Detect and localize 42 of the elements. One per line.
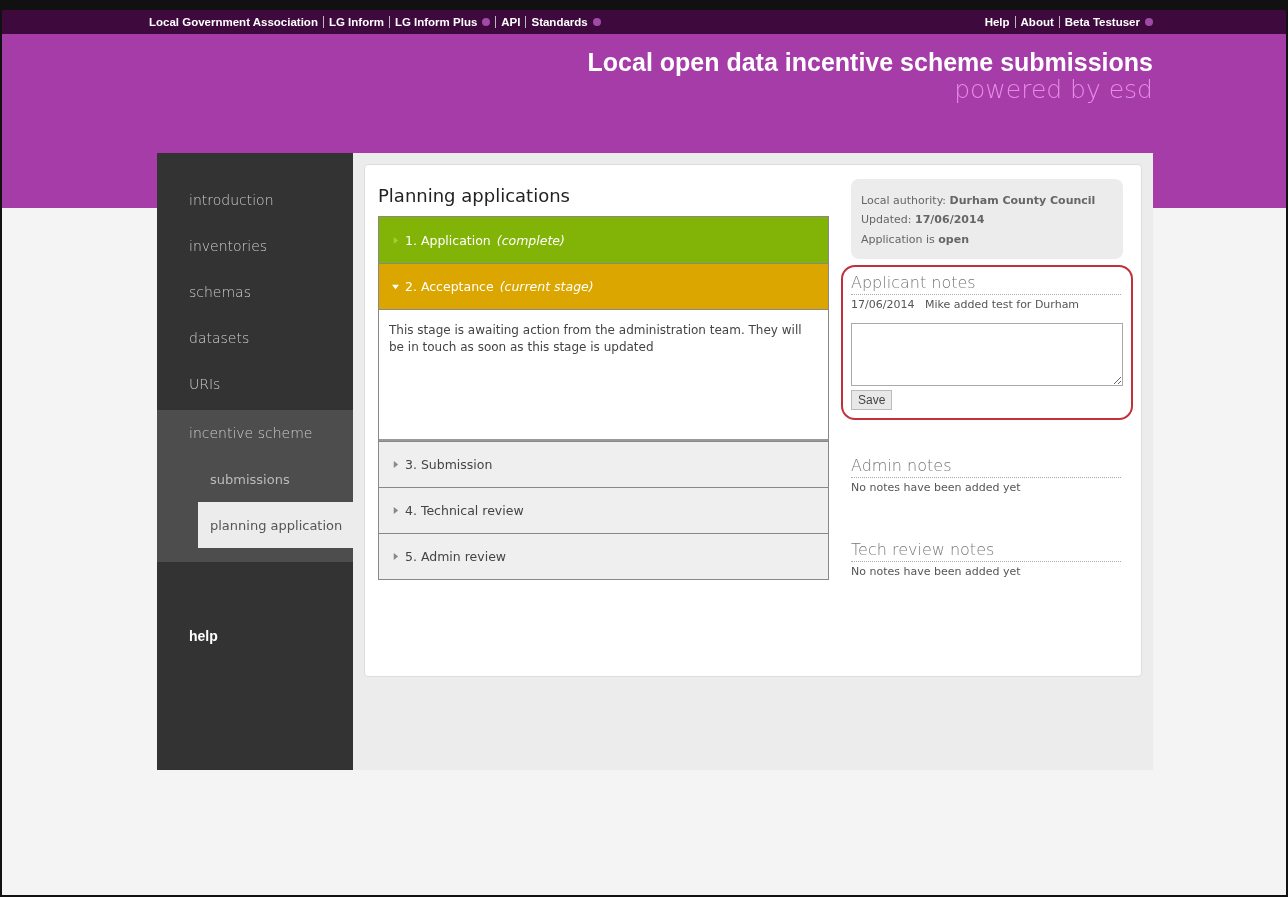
nav-item[interactable]: incentive scheme (157, 410, 353, 456)
top-nav-link[interactable]: About (1020, 16, 1054, 28)
page-title: Planning applications (378, 185, 571, 206)
notes-title: Applicant notes (851, 272, 1121, 295)
note-input-field[interactable] (851, 322, 1123, 386)
top-nav-link[interactable]: Beta Testuser (1064, 16, 1153, 28)
info-line: Local authority: Durham County Council (861, 194, 1096, 207)
caret-right-icon (392, 461, 399, 468)
nav-item[interactable]: inventories (157, 223, 353, 269)
dropdown-dot-icon (592, 18, 601, 26)
stage-header[interactable]: 5. Admin review (379, 533, 828, 579)
nav-item[interactable]: introduction (157, 177, 353, 223)
nav-item[interactable]: schemas (157, 269, 353, 315)
stage-header[interactable]: 3. Submission (379, 441, 828, 487)
top-nav-link[interactable]: LG Inform (328, 16, 384, 28)
nav-item[interactable]: URIs (157, 361, 353, 407)
notes-title: Admin notes (851, 455, 1121, 478)
dropdown-dot-icon (482, 18, 491, 26)
notes-title: Tech review notes (851, 539, 1121, 562)
caret-right-icon (392, 236, 399, 244)
empty-notes-text: No notes have been added yet (851, 564, 1022, 578)
header-title: Local open data incentive scheme submissions (587, 48, 1153, 77)
top-nav-link[interactable]: Help (984, 16, 1010, 28)
info-line: Application is open (861, 232, 969, 246)
stage-header[interactable]: 4. Technical review (379, 487, 828, 533)
info-line: Updated: 17/06/2014 (861, 213, 985, 227)
nav-item[interactable]: datasets (157, 315, 353, 361)
nav-subitem[interactable]: submissions (157, 456, 353, 502)
top-nav-link[interactable]: API (501, 16, 521, 28)
note-entry: 17/06/2014 Mike added test for Durham (851, 297, 1081, 311)
save-button[interactable]: Save (851, 389, 893, 410)
nav-subitem[interactable]: planning application (198, 502, 353, 548)
header-subtitle: powered by esd (954, 75, 1153, 104)
caret-right-icon (392, 553, 399, 560)
help-link[interactable]: help (157, 628, 353, 644)
caret-down-icon (392, 283, 399, 290)
top-nav-link[interactable]: LG Inform Plus (394, 16, 491, 28)
dropdown-dot-icon (1145, 18, 1153, 26)
empty-notes-text: No notes have been added yet (851, 480, 1022, 494)
caret-right-icon (392, 507, 399, 514)
top-nav-link[interactable]: Local Government Association (149, 16, 318, 28)
top-nav-link[interactable]: Standards (531, 16, 601, 28)
